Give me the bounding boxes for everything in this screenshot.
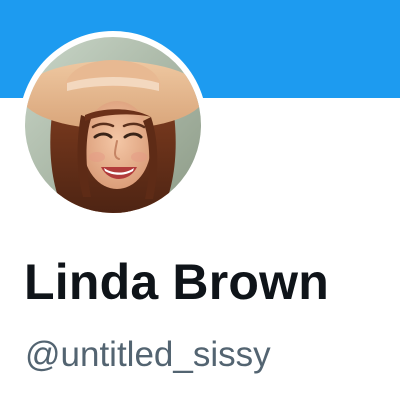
avatar-photo — [25, 37, 201, 213]
avatar[interactable] — [25, 37, 201, 213]
profile-header: Linda Brown @untitled_sissy — [0, 0, 400, 400]
username-handle[interactable]: @untitled_sissy — [25, 333, 271, 377]
display-name: Linda Brown — [24, 254, 329, 310]
avatar-frame — [19, 31, 207, 219]
